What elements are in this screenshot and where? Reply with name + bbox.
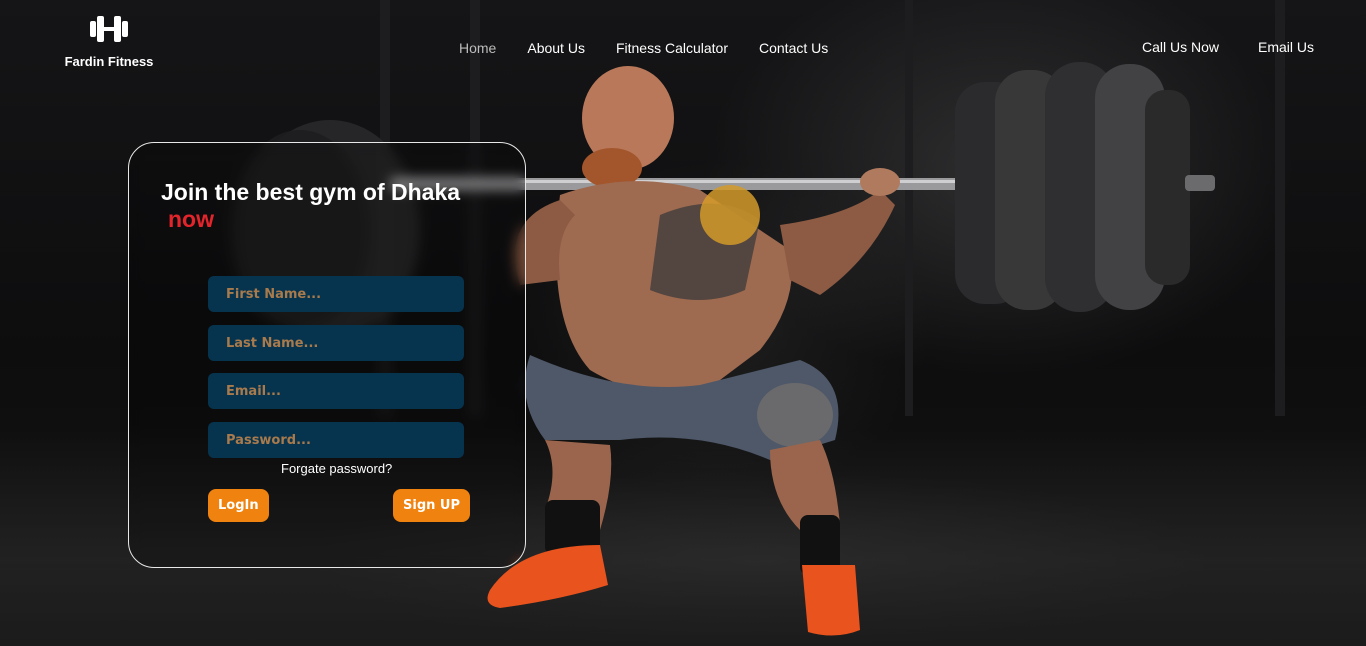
first-name-field[interactable]: [208, 276, 464, 312]
brand-logo[interactable]: Fardin Fitness: [62, 14, 156, 69]
email-field[interactable]: [208, 373, 464, 409]
nav-item-about-us[interactable]: About Us: [527, 40, 585, 56]
main-nav: Home About Us Fitness Calculator Contact…: [459, 40, 859, 56]
forgot-password-link[interactable]: Forgate password?: [281, 461, 392, 476]
nav-item-contact-us[interactable]: Contact Us: [759, 40, 828, 56]
call-us-link[interactable]: Call Us Now: [1142, 39, 1219, 55]
last-name-field[interactable]: [208, 325, 464, 361]
nav-item-home[interactable]: Home: [459, 40, 496, 56]
login-button[interactable]: LogIn: [208, 489, 269, 522]
password-field[interactable]: [208, 422, 464, 458]
email-us-link[interactable]: Email Us: [1258, 39, 1314, 55]
nav-item-fitness-calculator[interactable]: Fitness Calculator: [616, 40, 728, 56]
signup-heading: Join the best gym of Dhaka: [161, 179, 461, 205]
dumbbell-icon: [62, 14, 156, 49]
signup-heading-accent: now: [168, 206, 214, 232]
signup-button[interactable]: Sign UP: [393, 489, 470, 522]
signup-card: Join the best gym of Dhaka now Forgate p…: [128, 142, 526, 568]
brand-name: Fardin Fitness: [64, 54, 154, 69]
